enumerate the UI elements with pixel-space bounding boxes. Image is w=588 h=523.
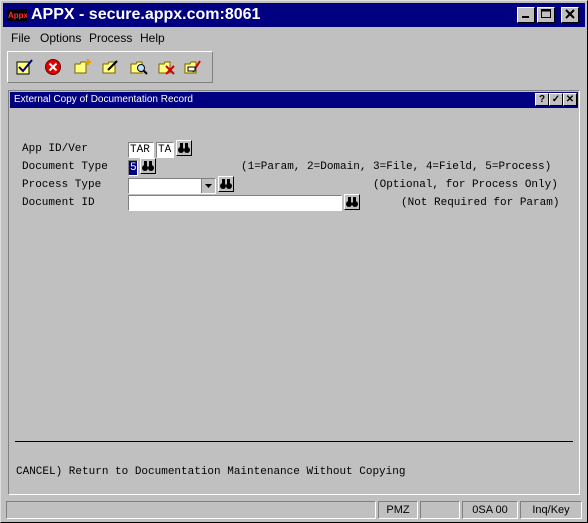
svg-text:Appx: Appx — [8, 11, 27, 20]
ok-icon: ✓ — [551, 94, 561, 105]
inquire-record-icon[interactable] — [130, 58, 148, 76]
app-window: Appx APPX - secure.appx.com:8061 File Op… — [0, 0, 588, 523]
form-close-button[interactable]: ✕ — [563, 93, 577, 106]
document-type-label: Document Type — [22, 161, 108, 173]
binoculars-icon — [346, 197, 358, 207]
appx-logo-icon: Appx — [7, 9, 27, 21]
app-id-label: App ID/Ver — [22, 143, 89, 155]
edit-record-icon[interactable] — [102, 58, 120, 76]
app-id-field[interactable]: TAR — [128, 142, 154, 158]
toolbar — [7, 51, 213, 83]
menu-options[interactable]: Options — [40, 31, 81, 45]
maximize-button[interactable] — [537, 7, 555, 23]
menu-process[interactable]: Process — [89, 31, 132, 45]
process-type-label: Process Type — [22, 179, 102, 191]
divider — [15, 441, 573, 442]
document-id-lookup-button[interactable] — [344, 194, 360, 210]
status-mode: Inq/Key — [520, 501, 582, 519]
status-bar: PMZ 0SA 00 Inq/Key — [3, 500, 585, 520]
cancel-option[interactable]: CANCEL) Return to Documentation Maintena… — [16, 466, 405, 478]
status-app: 0SA 00 — [462, 501, 518, 519]
status-message — [6, 501, 376, 519]
cancel-icon[interactable] — [44, 58, 62, 76]
close-icon — [565, 9, 575, 19]
print-record-icon[interactable] — [184, 58, 202, 76]
help-button[interactable]: ? — [535, 93, 549, 106]
document-type-hint: (1=Param, 2=Domain, 3=File, 4=Field, 5=P… — [241, 161, 552, 173]
status-user: PMZ — [378, 501, 418, 519]
form-close-icon: ✕ — [565, 94, 575, 105]
form-window: External Copy of Documentation Record ? … — [8, 90, 580, 495]
document-id-field[interactable] — [128, 195, 342, 211]
menu-bar: File Options Process Help — [3, 28, 585, 48]
ok-button[interactable]: ✓ — [549, 93, 563, 106]
close-button[interactable] — [561, 7, 579, 23]
delete-record-icon[interactable] — [158, 58, 176, 76]
minimize-button[interactable] — [517, 7, 535, 23]
document-type-lookup-button[interactable] — [140, 158, 156, 174]
form-title: External Copy of Documentation Record — [14, 94, 193, 105]
binoculars-icon — [142, 161, 154, 171]
document-id-label: Document ID — [22, 197, 95, 209]
help-icon: ? — [538, 94, 546, 105]
menu-file[interactable]: File — [11, 31, 30, 45]
app-version-field[interactable]: TA — [156, 142, 174, 158]
menu-help[interactable]: Help — [140, 31, 165, 45]
checkmark-icon[interactable] — [16, 58, 34, 76]
window-title: APPX - secure.appx.com:8061 — [31, 6, 261, 23]
binoculars-icon — [220, 179, 232, 189]
process-type-select[interactable] — [128, 178, 216, 194]
app-id-lookup-button[interactable] — [176, 140, 192, 156]
status-blank — [420, 501, 460, 519]
dropdown-button[interactable] — [201, 179, 215, 193]
process-type-hint: (Optional, for Process Only) — [373, 179, 558, 191]
minimize-icon — [522, 16, 529, 18]
binoculars-icon — [178, 143, 190, 153]
document-id-hint: (Not Required for Param) — [401, 197, 560, 209]
process-type-lookup-button[interactable] — [218, 176, 234, 192]
maximize-icon — [541, 9, 551, 18]
chevron-down-icon — [205, 184, 212, 188]
form-title-bar: External Copy of Documentation Record ? … — [10, 92, 578, 108]
document-type-field[interactable]: 5 — [128, 160, 138, 176]
new-record-icon[interactable] — [74, 58, 92, 76]
title-bar[interactable]: Appx APPX - secure.appx.com:8061 — [3, 3, 585, 27]
